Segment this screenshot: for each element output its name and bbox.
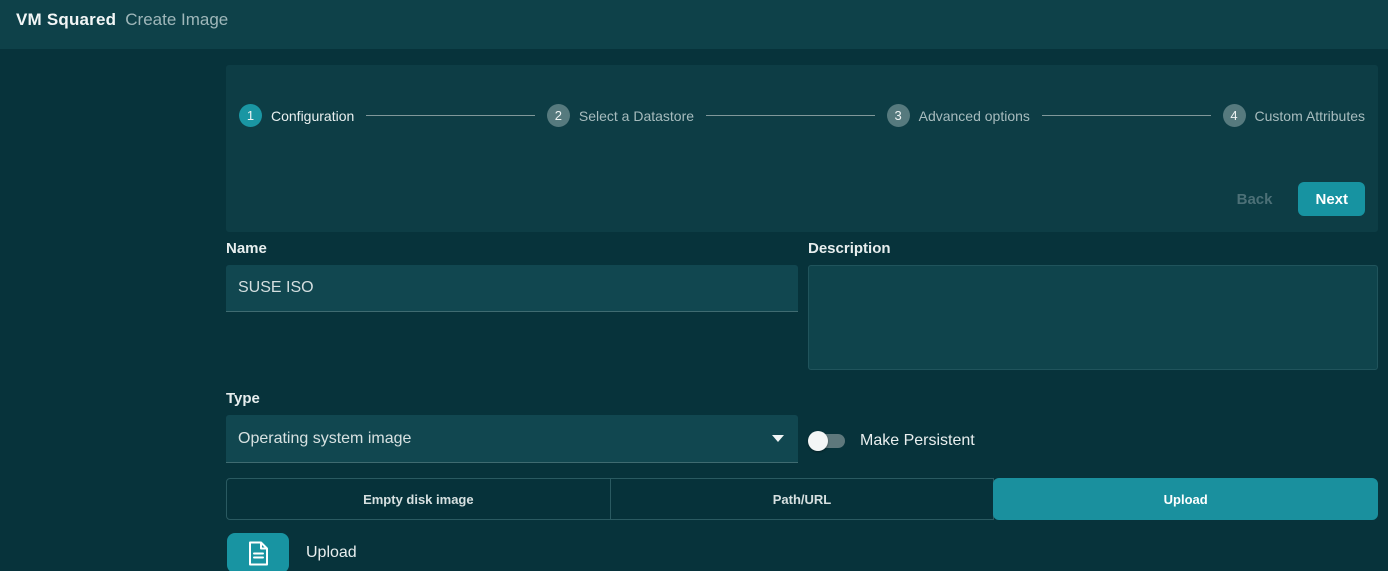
brand-title: VM Squared <box>16 10 117 29</box>
upload-button-label: Upload <box>306 544 357 561</box>
make-persistent-toggle[interactable] <box>808 430 847 451</box>
tab-upload[interactable]: Upload <box>993 478 1379 520</box>
type-label: Type <box>226 390 260 407</box>
upload-section: Upload <box>227 533 1378 571</box>
description-label: Description <box>808 240 891 257</box>
description-textarea[interactable] <box>808 265 1378 370</box>
type-select[interactable]: Operating system image <box>226 415 798 463</box>
stepper: 1 Configuration 2 Select a Datastore 3 A… <box>239 65 1365 127</box>
chevron-down-icon <box>772 435 784 442</box>
create-image-form: Name Description Type Operating system i… <box>226 240 1378 463</box>
next-button[interactable]: Next <box>1298 182 1365 216</box>
file-icon <box>248 541 269 566</box>
step-custom-attributes[interactable]: 4 Custom Attributes <box>1222 104 1366 127</box>
step-advanced-options[interactable]: 3 Advanced options <box>886 104 1030 127</box>
type-field-group: Type Operating system image <box>226 390 798 463</box>
toggle-knob <box>808 430 828 451</box>
description-field-group: Description <box>808 240 1378 375</box>
persistent-field-group: Make Persistent <box>808 390 1378 463</box>
step-2-circle: 2 <box>546 104 570 127</box>
step-1-circle: 1 <box>239 104 262 127</box>
step-1-label: Configuration <box>271 107 355 124</box>
tab-empty-disk-image[interactable]: Empty disk image <box>226 478 611 520</box>
step-connector <box>706 115 875 116</box>
image-source-tabs: Empty disk image Path/URL Upload <box>226 478 1379 520</box>
step-4-circle: 4 <box>1222 104 1246 127</box>
back-button[interactable]: Back <box>1233 185 1277 214</box>
step-4-label: Custom Attributes <box>1254 107 1366 124</box>
name-input[interactable] <box>226 265 798 312</box>
step-3-label: Advanced options <box>918 107 1030 124</box>
page-title: Create Image <box>125 10 229 29</box>
type-selected-value: Operating system image <box>238 429 412 447</box>
app-header: VM Squared Create Image <box>0 0 1388 49</box>
step-2-label: Select a Datastore <box>578 107 695 124</box>
make-persistent-label: Make Persistent <box>860 431 975 449</box>
wizard-card: 1 Configuration 2 Select a Datastore 3 A… <box>226 65 1378 232</box>
wizard-actions: Back Next <box>1233 182 1365 216</box>
step-connector <box>1041 115 1211 116</box>
name-field-group: Name <box>226 240 798 375</box>
step-configuration[interactable]: 1 Configuration <box>239 104 354 127</box>
name-label: Name <box>226 240 267 257</box>
step-3-circle: 3 <box>886 104 910 127</box>
upload-file-button[interactable] <box>227 533 289 571</box>
tab-path-url[interactable]: Path/URL <box>609 478 995 520</box>
step-select-datastore[interactable]: 2 Select a Datastore <box>546 104 695 127</box>
step-connector <box>366 115 535 116</box>
